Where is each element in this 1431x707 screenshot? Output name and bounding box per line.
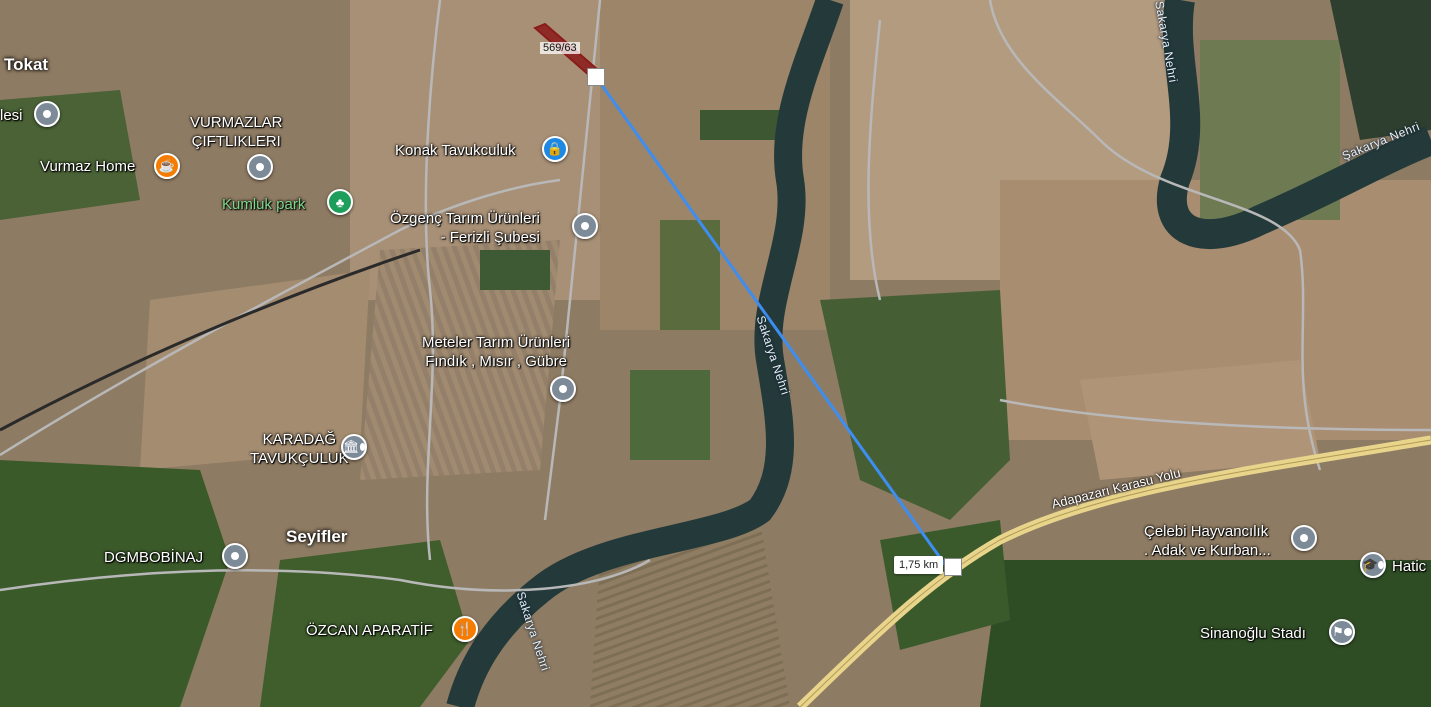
- measure-end-handle[interactable]: [944, 558, 962, 576]
- poi-celebi-line2: . Adak ve Kurban...: [1144, 542, 1271, 559]
- poi-vurmaz-home[interactable]: Vurmaz Home: [40, 157, 135, 176]
- poi-ozgenc-line2: - Ferizli Şubesi: [440, 229, 540, 246]
- poi-konak[interactable]: Konak Tavukculuk: [395, 141, 516, 160]
- poi-karadag[interactable]: KARADAĞ TAVUKÇULUK: [250, 430, 349, 468]
- poi-meteler-pin-icon[interactable]: [550, 376, 576, 402]
- place-lesi: lesi: [0, 107, 23, 124]
- poi-ozgenc[interactable]: Özgenç Tarım Ürünleri - Ferizli Şubesi: [390, 209, 540, 247]
- school-icon[interactable]: 🎓: [1360, 552, 1386, 578]
- poi-celebi-pin-icon[interactable]: [1291, 525, 1317, 551]
- poi-sinanoglu[interactable]: Sinanoğlu Stadı: [1200, 624, 1306, 643]
- poi-kumluk-park[interactable]: Kumluk park: [222, 195, 305, 214]
- bank-icon[interactable]: 🏛: [341, 434, 367, 460]
- poi-karadag-line1: KARADAĞ: [262, 431, 336, 448]
- poi-ozgenc-line1: Özgenç Tarım Ürünleri: [390, 210, 540, 227]
- poi-meteler-line2: Fındık , Mısır , Gübre: [425, 353, 567, 370]
- poi-ozcan[interactable]: ÖZCAN APARATİF: [306, 621, 433, 640]
- poi-vurmazlar[interactable]: VURMAZLAR ÇIFTLIKLERI: [190, 113, 283, 151]
- poi-karadag-line2: TAVUKÇULUK: [250, 450, 349, 467]
- restaurant-icon[interactable]: 🍴: [452, 616, 478, 642]
- poi-vurmazlar-line2: ÇIFTLIKLERI: [191, 133, 281, 150]
- poi-celebi[interactable]: Çelebi Hayvancılık . Adak ve Kurban...: [1144, 522, 1271, 560]
- poi-celebi-line1: Çelebi Hayvancılık: [1144, 523, 1269, 540]
- coffee-icon[interactable]: ☕: [154, 153, 180, 179]
- measure-start-handle[interactable]: [587, 68, 605, 86]
- tree-icon[interactable]: ♣: [327, 189, 353, 215]
- satellite-map[interactable]: [0, 0, 1431, 707]
- poi-dgmbobinaj-pin-icon[interactable]: [222, 543, 248, 569]
- stadium-icon[interactable]: ⚑: [1329, 619, 1355, 645]
- poi-vurmazlar-line1: VURMAZLAR: [190, 114, 283, 131]
- poi-meteler[interactable]: Meteler Tarım Ürünleri Fındık , Mısır , …: [422, 333, 570, 371]
- poi-hatic[interactable]: Hatic: [1392, 557, 1426, 576]
- shopping-bag-icon[interactable]: 🔒: [542, 136, 568, 162]
- place-seyifler: Seyifler: [286, 527, 348, 546]
- place-tokat: Tokat: [4, 55, 49, 74]
- poi-vurmazlar-pin-icon[interactable]: [247, 154, 273, 180]
- poi-ozgenc-pin-icon[interactable]: [572, 213, 598, 239]
- poi-pin-icon[interactable]: [34, 101, 60, 127]
- parcel-number-label: 569/63: [540, 42, 580, 54]
- poi-dgmbobinaj[interactable]: DGMBOBİNAJ: [104, 548, 203, 567]
- measure-distance-label: 1,75 km: [894, 556, 944, 574]
- poi-meteler-line1: Meteler Tarım Ürünleri: [422, 334, 571, 351]
